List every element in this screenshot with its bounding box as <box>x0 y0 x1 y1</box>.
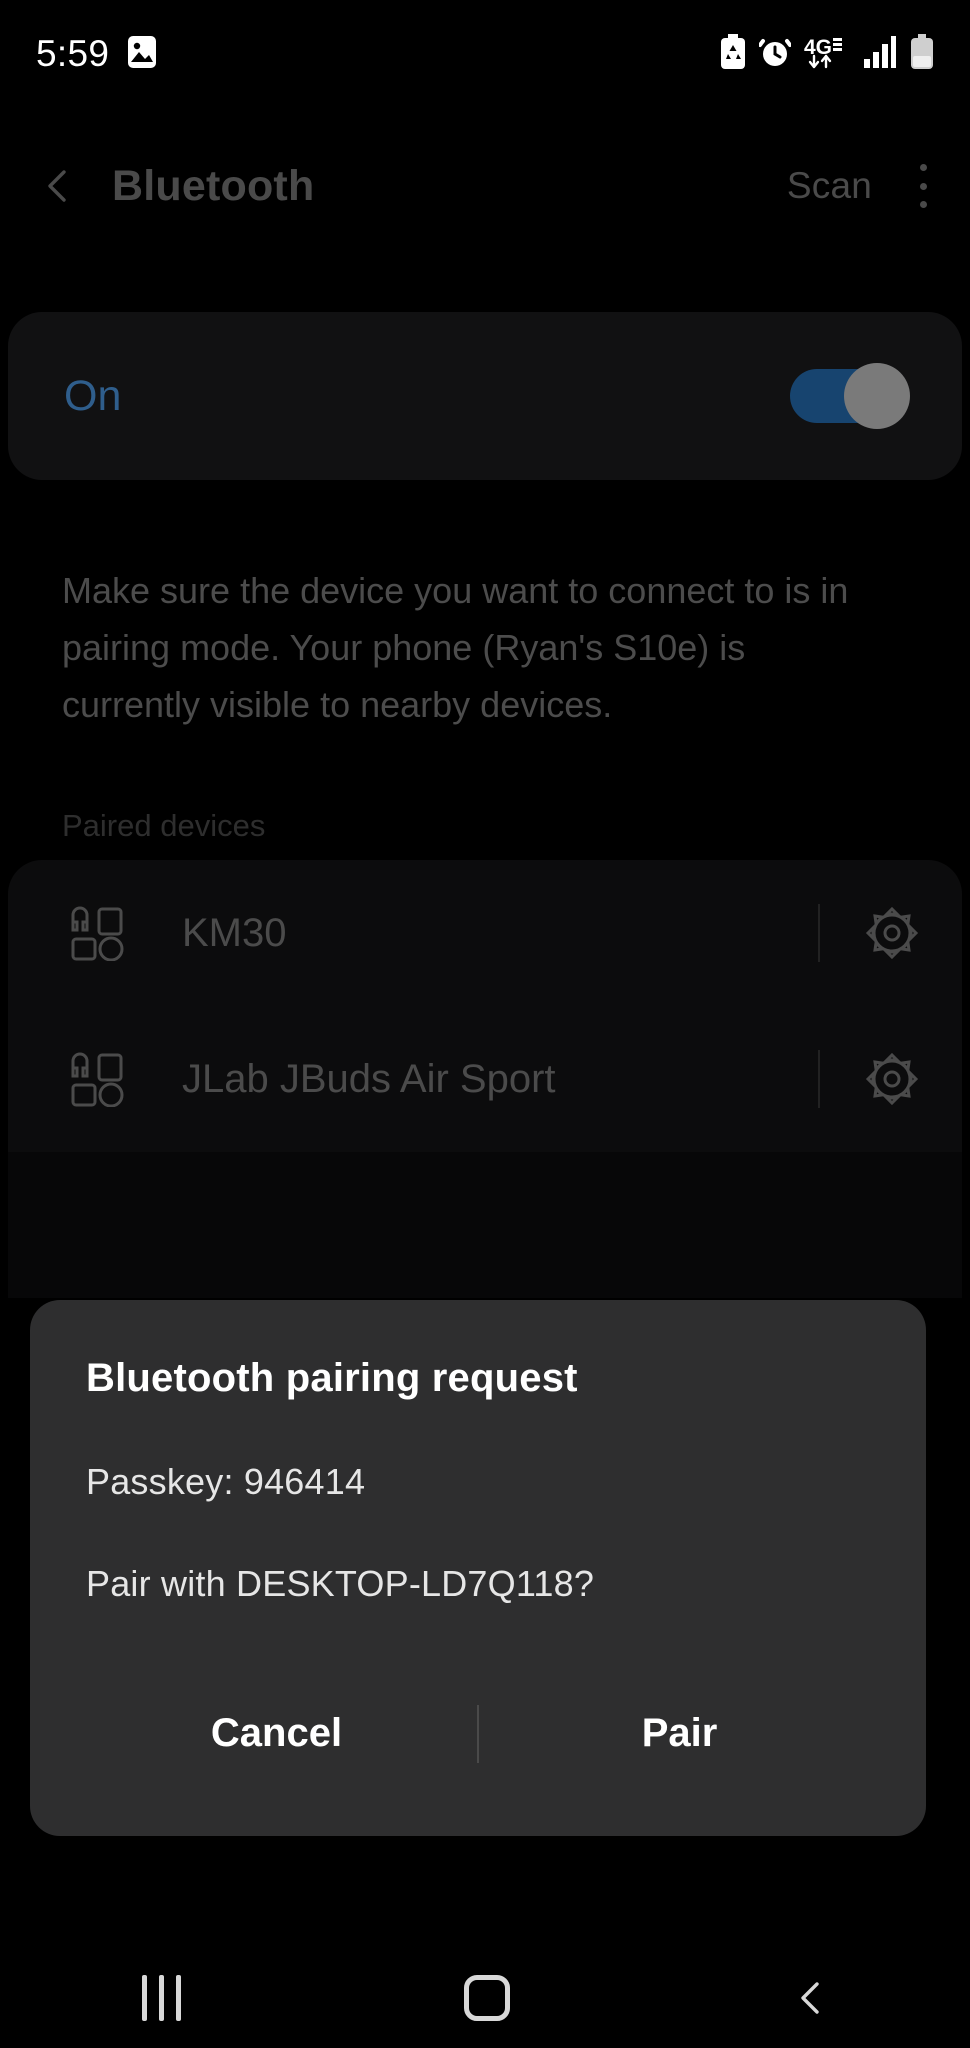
bluetooth-toggle-card[interactable]: On <box>8 312 962 480</box>
home-icon[interactable] <box>464 1975 511 2021</box>
dialog-passkey: Passkey: 946414 <box>86 1461 366 1502</box>
scan-button[interactable]: Scan <box>787 165 872 207</box>
dialog-actions: Cancel Pair <box>30 1689 926 1806</box>
paired-devices-header: Paired devices <box>62 808 266 843</box>
bluetooth-pairing-dialog: Bluetooth pairing request Passkey: 94641… <box>30 1300 926 1836</box>
pairing-hint-text: Make sure the device you want to connect… <box>62 570 849 725</box>
page-title: Bluetooth <box>112 161 315 210</box>
multi-device-icon <box>70 905 126 962</box>
paired-devices-list: KM30 JLab JBuds Air Sport <box>8 860 962 1298</box>
device-name: JLab JBuds Air Sport <box>182 1056 556 1101</box>
device-name: KM30 <box>182 910 287 955</box>
bluetooth-toggle-switch[interactable] <box>790 363 910 429</box>
phone-screen: 5:59 4G Bluetooth Scan On Make sure the … <box>0 0 970 2048</box>
toggle-thumb <box>844 363 910 429</box>
dialog-title: Bluetooth pairing request <box>86 1356 578 1400</box>
row-divider <box>818 1050 820 1108</box>
bluetooth-state-label: On <box>64 371 122 420</box>
app-bar: Bluetooth Scan <box>0 138 970 234</box>
row-divider <box>818 904 820 962</box>
list-item[interactable]: KM30 <box>8 860 962 1006</box>
more-options-icon[interactable] <box>918 164 928 208</box>
gear-icon[interactable] <box>864 1051 920 1107</box>
list-item[interactable] <box>8 1152 962 1298</box>
back-icon[interactable] <box>794 1981 828 2015</box>
list-item[interactable]: JLab JBuds Air Sport <box>8 1006 962 1152</box>
dialog-pair-question: Pair with DESKTOP-LD7Q118? <box>86 1563 595 1604</box>
pair-button[interactable]: Pair <box>479 1689 880 1778</box>
back-icon[interactable] <box>42 169 76 203</box>
cancel-button[interactable]: Cancel <box>76 1689 477 1778</box>
navigation-bar <box>0 1948 970 2048</box>
gear-icon[interactable] <box>864 905 920 961</box>
recents-icon[interactable] <box>141 1975 181 2021</box>
multi-device-icon <box>70 1051 126 1108</box>
